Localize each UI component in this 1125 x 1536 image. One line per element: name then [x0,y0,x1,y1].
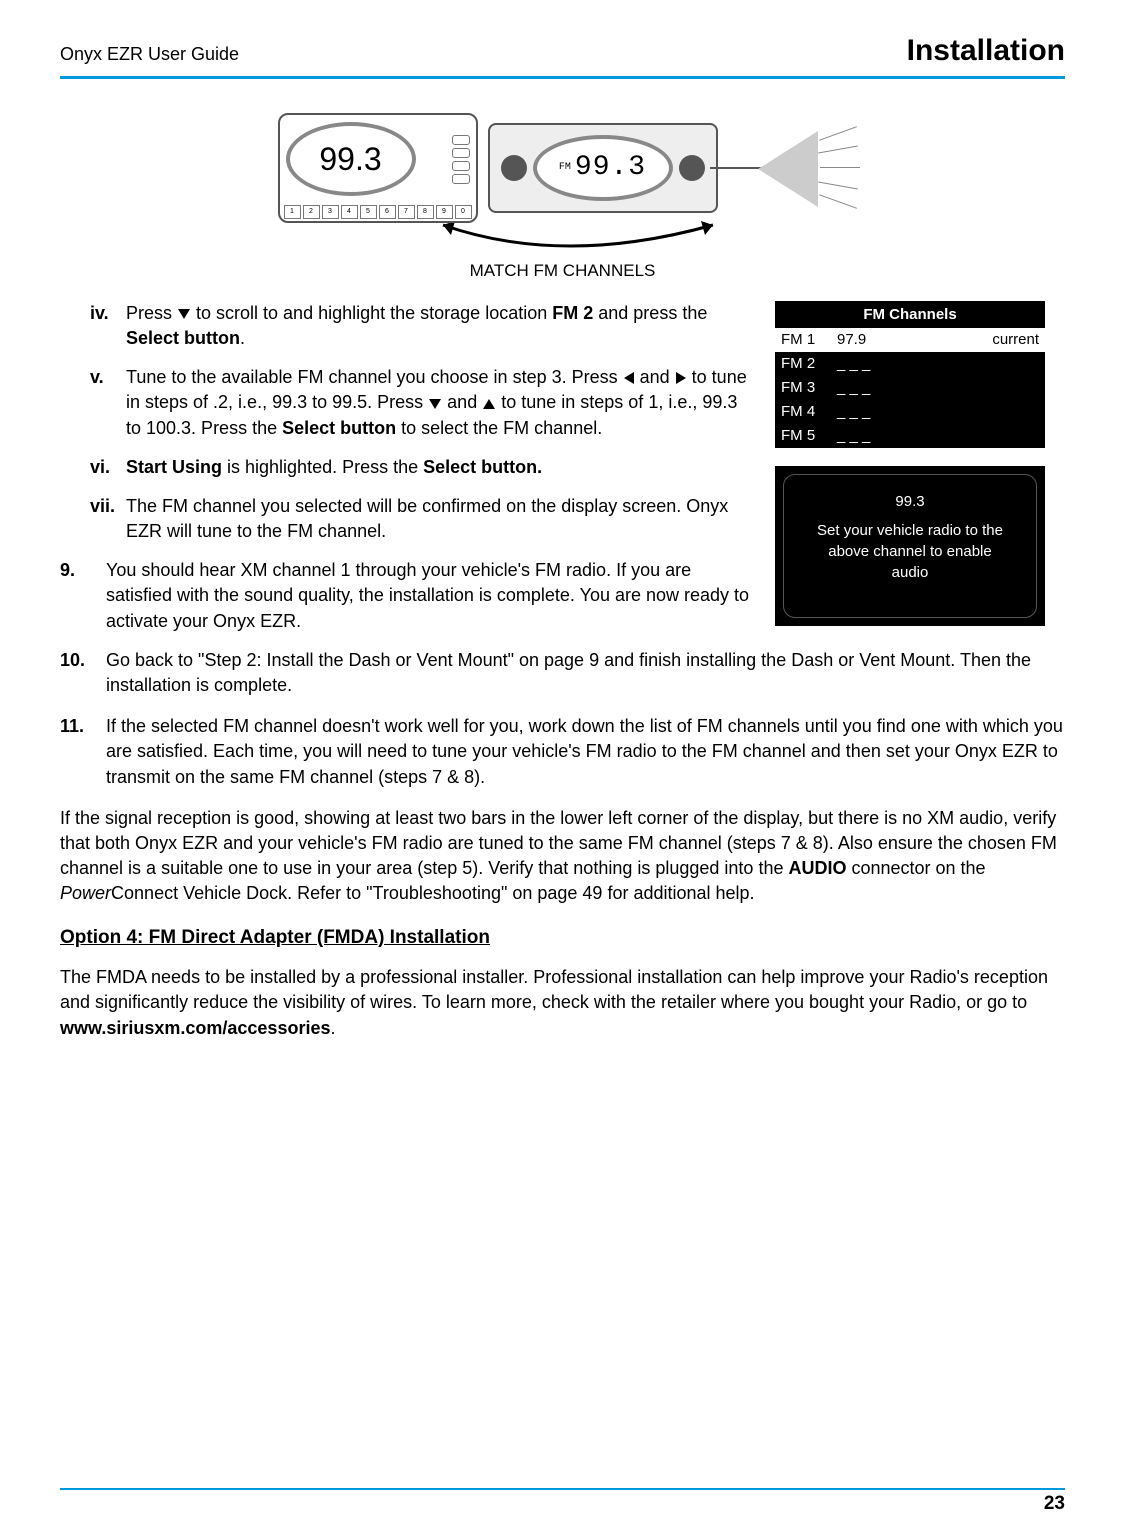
preset-buttons-row: 1 2 3 4 5 6 7 8 9 0 [280,203,476,221]
down-arrow-icon [429,399,441,409]
mini-button [452,148,470,158]
fm-label: FM 2 [775,353,831,374]
mini-button [452,174,470,184]
step-text: Start Using is highlighted. Press the Se… [126,455,542,480]
onyx-freq: 99.3 [319,137,381,182]
table-row: FM 5 _ _ _ [775,424,1045,448]
table-row: FM 2 _ _ _ [775,352,1045,376]
preset-button: 5 [360,205,377,219]
step-10: 10. Go back to "Step 2: Install the Dash… [60,648,1065,698]
step-iv: iv. Press to scroll to and highlight the… [90,301,751,351]
preset-button: 7 [398,205,415,219]
fm-table-title: FM Channels [775,301,1045,328]
step-marker: 10. [60,648,106,698]
step-marker: 11. [60,714,106,790]
match-arrow-icon [383,217,743,257]
header-rule [60,76,1065,79]
right-arrow-icon [676,372,686,384]
mini-button [452,161,470,171]
figure-caption: MATCH FM CHANNELS [60,259,1065,283]
step-text: The FM channel you selected will be conf… [126,494,751,544]
preset-button: 2 [303,205,320,219]
step-text: You should hear XM channel 1 through you… [106,558,751,634]
preset-button: 1 [284,205,301,219]
speaker-illustration [758,113,848,223]
car-radio-display-highlight: FM 99.3 [533,135,673,201]
section-title: Installation [907,30,1065,72]
table-row: FM 1 97.9 current [775,328,1045,352]
step-marker: vii. [90,494,126,544]
step-marker: vi. [90,455,126,480]
page-header: Onyx EZR User Guide Installation [60,30,1065,72]
table-row: FM 4 _ _ _ [775,400,1045,424]
mini-button [452,135,470,145]
step-vii: vii. The FM channel you selected will be… [90,494,751,544]
radio-knob-icon [679,155,705,181]
step-text: Tune to the available FM channel you cho… [126,365,751,441]
radio-freq: 99.3 [575,148,646,187]
step-9: 9. You should hear XM channel 1 through … [60,558,751,634]
preset-button: 0 [455,205,472,219]
fm-label: FM 1 [775,329,831,350]
fm-value: 97.9 [831,329,975,350]
step-marker: iv. [90,301,126,351]
page-number: 23 [1044,1491,1065,1518]
preset-button: 9 [436,205,453,219]
confirmation-screen: 99.3 Set your vehicle radio to the above… [775,466,1045,626]
preset-button: 4 [341,205,358,219]
fm-value: _ _ _ [831,425,975,446]
step-text: Go back to "Step 2: Install the Dash or … [106,648,1065,698]
onyx-screen-highlight: 99.3 [286,122,416,196]
fm-label: FM 3 [775,377,831,398]
confirm-freq: 99.3 [808,491,1012,512]
preset-button: 6 [379,205,396,219]
step-11: 11. If the selected FM channel doesn't w… [60,714,1065,790]
fm-tag: current [975,329,1045,350]
down-arrow-icon [178,309,190,319]
step-text: If the selected FM channel doesn't work … [106,714,1065,790]
radio-knob-icon [501,155,527,181]
car-radio-illustration: FM 99.3 [488,123,718,213]
option4-paragraph: The FMDA needs to be installed by a prof… [60,965,1065,1041]
table-row: FM 3 _ _ _ [775,376,1045,400]
fm-value: _ _ _ [831,401,975,422]
option4-heading: Option 4: FM Direct Adapter (FMDA) Insta… [60,925,1065,952]
preset-button: 3 [322,205,339,219]
fm-label: FM 4 [775,401,831,422]
match-fm-figure: 99.3 1 2 3 4 5 6 7 8 9 0 [60,113,1065,283]
left-arrow-icon [624,372,634,384]
step-marker: v. [90,365,126,441]
fm-value: _ _ _ [831,377,975,398]
footer-rule [60,1488,1065,1490]
troubleshooting-paragraph: If the signal reception is good, showing… [60,806,1065,907]
confirm-message: Set your vehicle radio to the above chan… [808,520,1012,583]
step-v: v. Tune to the available FM channel you … [90,365,751,441]
onyx-device-illustration: 99.3 1 2 3 4 5 6 7 8 9 0 [278,113,478,223]
doc-title: Onyx EZR User Guide [60,42,239,67]
step-vi: vi. Start Using is highlighted. Press th… [90,455,751,480]
step-marker: 9. [60,558,106,634]
fm-value: _ _ _ [831,353,975,374]
step-text: Press to scroll to and highlight the sto… [126,301,751,351]
preset-button: 8 [417,205,434,219]
radio-band-label: FM [559,161,571,175]
fm-channels-table: FM Channels FM 1 97.9 current FM 2 _ _ _… [775,301,1045,448]
fm-label: FM 5 [775,425,831,446]
up-arrow-icon [483,399,495,409]
